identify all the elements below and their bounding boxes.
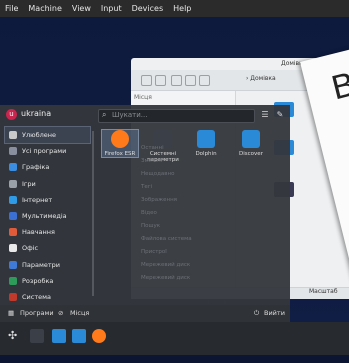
icons-view-icon[interactable] [171, 75, 182, 86]
category-item[interactable]: Улюблене [4, 125, 91, 145]
discover-icon[interactable] [52, 329, 66, 343]
ghost-place-item: Файлова система [141, 236, 192, 242]
ghost-place-item: Відео [141, 210, 157, 216]
category-label: Система [22, 292, 52, 301]
power-icon: ⏻ [254, 309, 260, 317]
menu-view[interactable]: View [67, 4, 96, 13]
category-item[interactable]: Розробка [5, 273, 90, 289]
user-name: ukraina [21, 109, 52, 118]
kde-menu-icon[interactable]: ✣ [8, 329, 22, 343]
menu-help[interactable]: Help [168, 4, 196, 13]
programs-tab[interactable]: Програми [20, 309, 54, 317]
background-places-list: Останні Змінені Нещодавно Тегі Зображення Від… [141, 145, 289, 300]
vm-menubar: File Machine View Input Devices Help [0, 0, 349, 17]
category-item[interactable]: Параметри [5, 257, 90, 273]
category-list: Улюблене Усі програми Графіка Ігри Інтернет М… [4, 125, 91, 321]
category-label: Інтернет [22, 195, 53, 204]
category-icon [9, 260, 17, 269]
category-icon [9, 276, 17, 285]
ghost-place-item: Зображення [141, 197, 177, 203]
category-label: Параметри [22, 260, 61, 269]
category-label: Ігри [22, 179, 36, 188]
ghost-place-item: Мережевий диск [141, 262, 191, 268]
ghost-place-item: Мережевий диск [141, 275, 191, 281]
ghost-place-item: Останні [141, 145, 164, 151]
category-item[interactable]: Інтернет [5, 192, 90, 208]
category-item[interactable]: Система [5, 289, 90, 305]
launcher-header: u ukraina ⌕ Шукати... ☰ ✎ [0, 105, 290, 125]
forward-icon[interactable] [155, 75, 166, 86]
category-icon [9, 147, 17, 156]
places-header: Місця [134, 94, 152, 101]
category-label: Усі програми [22, 147, 67, 156]
category-item[interactable]: Мультимедіа [5, 208, 90, 224]
zoom-label: Масштаб [309, 288, 338, 295]
breadcrumb[interactable]: › Домівка [246, 75, 276, 82]
category-icon [9, 131, 17, 140]
search-input[interactable]: ⌕ Шукати... [98, 109, 255, 123]
taskbar: ✣ [0, 322, 349, 355]
category-icon [9, 163, 17, 172]
back-icon[interactable] [141, 75, 152, 86]
category-item[interactable]: Усі програми [5, 143, 90, 159]
category-label: Офіс [22, 244, 39, 253]
ghost-place-item: Пошук [141, 223, 161, 229]
pin-icon[interactable]: ✎ [274, 109, 286, 121]
config-icon[interactable]: ☰ [259, 109, 271, 121]
category-icon [9, 244, 17, 253]
category-icon [9, 292, 17, 301]
ghost-place-item: Нещодавно [141, 171, 175, 177]
dolphin-icon[interactable] [72, 329, 86, 343]
places-icon: ⊘ [58, 309, 64, 317]
paper-letter: B [327, 65, 349, 108]
category-label: Розробка [22, 276, 54, 285]
ghost-place-item: Тегі [141, 184, 153, 190]
grid-icon: ▦ [8, 309, 15, 317]
category-icon [9, 195, 17, 204]
app-tile[interactable]: Firefox ESR [101, 129, 139, 158]
user-avatar[interactable]: u [6, 109, 17, 120]
search-icon: ⌕ [102, 110, 107, 119]
application-launcher: u ukraina ⌕ Шукати... ☰ ✎ Улюблене Усі пр… [0, 105, 290, 322]
category-icon [9, 212, 17, 221]
category-icon [9, 179, 17, 188]
category-item[interactable]: Навчання [5, 224, 90, 240]
ghost-place-item: Змінені [141, 158, 163, 164]
ghost-place-item: Пристрої [141, 249, 167, 255]
category-item[interactable]: Графіка [5, 159, 90, 175]
menu-devices[interactable]: Devices [127, 4, 169, 13]
menu-input[interactable]: Input [96, 4, 127, 13]
details-view-icon[interactable] [199, 75, 210, 86]
category-label: Графіка [22, 163, 50, 172]
category-icon [9, 228, 17, 237]
category-label: Улюблене [22, 131, 56, 140]
settings-icon[interactable] [30, 329, 44, 343]
search-placeholder: Шукати... [112, 111, 148, 119]
app-label: Firefox ESR [104, 151, 136, 157]
category-item[interactable]: Офіс [5, 240, 90, 256]
category-label: Навчання [22, 228, 55, 237]
menu-machine[interactable]: Machine [23, 4, 67, 13]
scrollbar[interactable] [92, 131, 94, 296]
menu-file[interactable]: File [0, 4, 23, 13]
category-label: Мультимедіа [22, 212, 67, 221]
places-tab[interactable]: Місця [70, 309, 89, 317]
firefox-icon[interactable] [92, 329, 106, 343]
leave-button[interactable]: Вийти [264, 309, 285, 317]
launcher-footer: ▦ Програми ⊘ Місця ⏻ Вийти [0, 305, 290, 322]
category-item[interactable]: Ігри [5, 176, 90, 192]
app-icon [111, 130, 129, 148]
compact-view-icon[interactable] [185, 75, 196, 86]
